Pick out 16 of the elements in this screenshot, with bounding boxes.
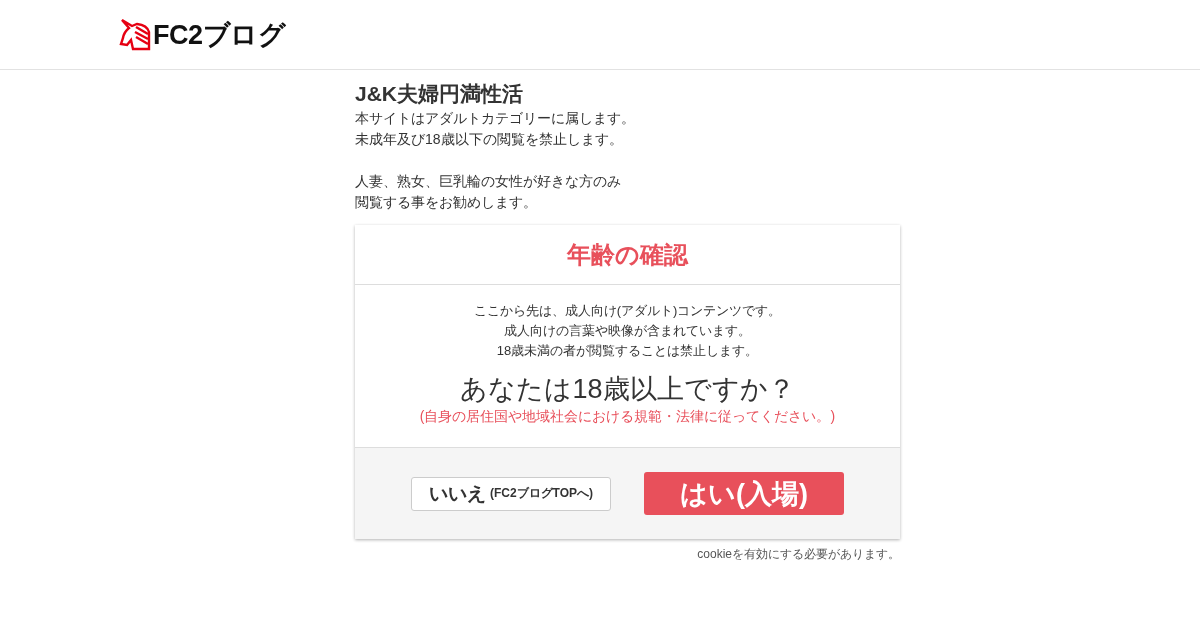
warning-text: 18歳未満の者が閲覧することは禁止します。 <box>496 342 759 360</box>
no-button[interactable]: いいえ (FC2ブログTOPへ) <box>411 476 611 511</box>
notice-text: 未成年及び18歳以下の閲覧を禁止します。 <box>355 130 623 149</box>
blog-title: J&K夫婦円満性活 <box>355 81 524 107</box>
law-note: (自身の居住国や地域社会における規範・法律に従ってください。) <box>419 407 836 425</box>
yes-enter-button[interactable]: はい(入場) <box>644 472 844 515</box>
notice-text: 本サイトはアダルトカテゴリーに属します。 <box>355 109 635 128</box>
logo-text[interactable]: FC2ブログ <box>153 16 285 53</box>
unicorn-logo-icon <box>119 17 151 52</box>
dialog-title: 年齢の確認 <box>567 239 688 270</box>
notice-text: 人妻、熟女、巨乳輪の女性が好きな方のみ <box>355 172 621 191</box>
age-question: あなたは18歳以上ですか？ <box>460 373 795 406</box>
cookie-note: cookieを有効にする必要があります。 <box>697 547 900 561</box>
warning-text: ここから先は、成人向け(アダルト)コンテンツです。 <box>473 302 782 320</box>
warning-text: 成人向けの言葉や映像が含まれています。 <box>504 322 751 340</box>
notice-text: 閲覧する事をお勧めします。 <box>355 193 537 212</box>
